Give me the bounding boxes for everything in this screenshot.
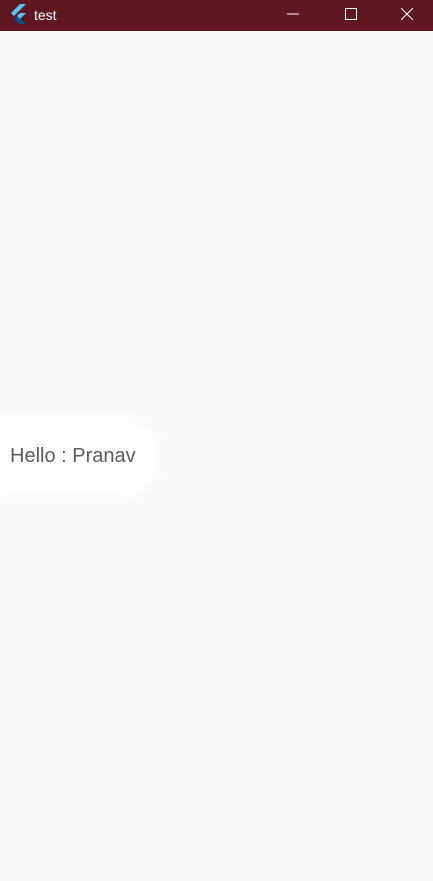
close-button[interactable]	[380, 0, 433, 31]
window-title: test	[34, 7, 57, 23]
greeting-text: Hello : Pranav	[10, 445, 136, 467]
minimize-button[interactable]	[264, 0, 322, 31]
close-icon	[400, 7, 413, 25]
flutter-icon	[10, 4, 28, 24]
maximize-icon	[345, 7, 357, 25]
app-window: test Hello : Pranav	[0, 0, 433, 881]
minimize-icon	[287, 7, 299, 25]
maximize-button[interactable]	[322, 0, 380, 31]
title-bar[interactable]: test	[0, 0, 433, 31]
main-content: Hello : Pranav	[0, 31, 433, 881]
